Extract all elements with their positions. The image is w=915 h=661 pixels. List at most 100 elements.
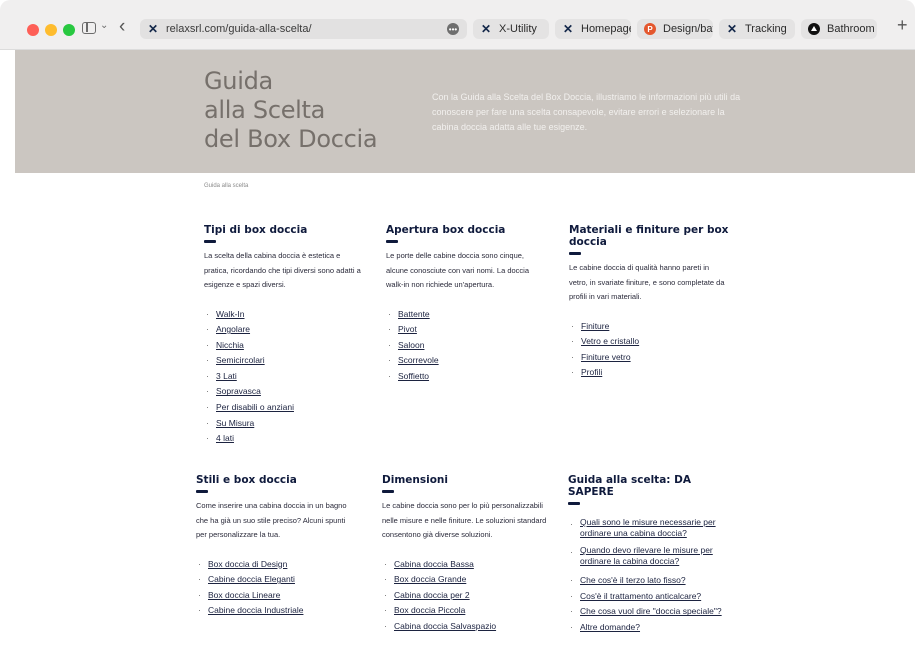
- x-logo-icon: ✕: [147, 22, 159, 36]
- link-finiture-vetro[interactable]: Finiture vetro: [581, 352, 631, 362]
- section-title: Apertura box doccia: [386, 224, 506, 236]
- section-text: Le cabine doccia di qualità hanno pareti…: [569, 263, 725, 301]
- x-logo-icon: ✕: [562, 22, 574, 36]
- list-item: Box doccia Piccola: [382, 603, 547, 619]
- link-altre-domande[interactable]: Altre domande?: [580, 622, 640, 632]
- list-item: Che cos'è il terzo lato fisso?: [568, 573, 733, 589]
- link-4-lati[interactable]: 4 lati: [216, 433, 234, 443]
- tab-homepage[interactable]: ✕ Homepage: [555, 19, 631, 39]
- section-title: Tipi di box doccia: [204, 224, 308, 236]
- link-nicchia[interactable]: Nicchia: [216, 340, 244, 350]
- link-semicircolari[interactable]: Semicircolari: [216, 355, 265, 365]
- list-item: Saloon: [386, 338, 546, 354]
- section-text: Le porte delle cabine doccia sono cinque…: [386, 251, 529, 289]
- hero-description: Con la Guida alla Scelta del Box Doccia,…: [432, 92, 741, 132]
- list-item: Su Misura: [204, 416, 364, 432]
- link-industriale[interactable]: Cabine doccia Industriale: [208, 605, 303, 615]
- minimize-window-button[interactable]: [45, 24, 57, 36]
- section-title: Materiali e finiture per box doccia: [569, 224, 729, 248]
- section-underline: [382, 490, 394, 493]
- list-item: Nicchia: [204, 338, 364, 354]
- browser-toolbar: ⌄ ‹ ✕ relaxsrl.com/guida-alla-scelta/ ••…: [0, 0, 915, 50]
- tab-tracking[interactable]: ✕ Tracking: [719, 19, 795, 39]
- link-doccia-speciale[interactable]: Che cosa vuol dire "doccia speciale"?: [580, 606, 722, 616]
- address-bar[interactable]: ✕ relaxsrl.com/guida-alla-scelta/ •••: [140, 19, 467, 39]
- sidebar-toggle-icon[interactable]: [82, 22, 96, 34]
- link-terzo-lato[interactable]: Che cos'è il terzo lato fisso?: [580, 575, 686, 585]
- list-item: Box doccia Grande: [382, 572, 547, 588]
- section-title: Stili e box doccia: [196, 474, 297, 486]
- list-item: Sopravasca: [204, 384, 364, 400]
- section-title: Guida alla scelta: DA SAPERE: [568, 474, 691, 498]
- list-item: Finiture vetro: [569, 350, 729, 366]
- list-item: Angolare: [204, 322, 364, 338]
- hero-banner: Guida alla Scelta del Box Doccia Con la …: [15, 50, 915, 173]
- link-vetro-cristallo[interactable]: Vetro e cristallo: [581, 336, 639, 346]
- link-design[interactable]: Box doccia di Design: [208, 559, 287, 569]
- list-item: Cabina doccia Salvaspazio: [382, 619, 547, 635]
- back-button[interactable]: ‹: [119, 16, 125, 38]
- title-line: del Box Doccia: [204, 125, 378, 153]
- section-tipi: Tipi di box doccia La scelta della cabin…: [204, 224, 364, 447]
- link-grande[interactable]: Box doccia Grande: [394, 574, 466, 584]
- list-item: Altre domande?: [568, 620, 733, 636]
- x-logo-icon: ✕: [480, 22, 492, 36]
- link-walk-in[interactable]: Walk-In: [216, 309, 245, 319]
- section-text: La scelta della cabina doccia è estetica…: [204, 251, 361, 289]
- link-profili[interactable]: Profili: [581, 367, 602, 377]
- link-3-lati[interactable]: 3 Lati: [216, 371, 237, 381]
- link-list: Battente Pivot Saloon Scorrevole Soffiet…: [386, 307, 546, 385]
- page-menu-icon[interactable]: •••: [447, 23, 459, 35]
- link-list: Finiture Vetro e cristallo Finiture vetr…: [569, 319, 729, 381]
- list-item: Box doccia Lineare: [196, 588, 356, 604]
- close-window-button[interactable]: [27, 24, 39, 36]
- link-piccola[interactable]: Box doccia Piccola: [394, 605, 465, 615]
- tab-label: X-Utility: [499, 23, 537, 35]
- link-su-misura[interactable]: Su Misura: [216, 418, 254, 428]
- list-item: Quali sono le misure necessarie per ordi…: [568, 517, 733, 541]
- link-finiture[interactable]: Finiture: [581, 321, 609, 331]
- url-text[interactable]: relaxsrl.com/guida-alla-scelta/: [166, 23, 312, 35]
- link-per-2[interactable]: Cabina doccia per 2: [394, 590, 470, 600]
- link-saloon[interactable]: Saloon: [398, 340, 424, 350]
- tab-bathroom[interactable]: Bathroom: [801, 19, 877, 39]
- section-underline: [569, 252, 581, 255]
- list-item: 4 lati: [204, 431, 364, 447]
- list-item: Cabina doccia Bassa: [382, 557, 547, 573]
- link-rilevare-misure[interactable]: Quando devo rilevare le misure per ordin…: [580, 545, 733, 566]
- list-item: Semicircolari: [204, 353, 364, 369]
- link-eleganti[interactable]: Cabine doccia Eleganti: [208, 574, 295, 584]
- list-item: Box doccia di Design: [196, 557, 356, 573]
- link-pivot[interactable]: Pivot: [398, 324, 417, 334]
- link-salvaspazio[interactable]: Cabina doccia Salvaspazio: [394, 621, 496, 631]
- link-bassa[interactable]: Cabina doccia Bassa: [394, 559, 474, 569]
- list-item: Quando devo rilevare le misure per ordin…: [568, 545, 733, 569]
- new-tab-button[interactable]: +: [897, 15, 908, 36]
- link-angolare[interactable]: Angolare: [216, 324, 250, 334]
- section-apertura: Apertura box doccia Le porte delle cabin…: [386, 224, 546, 384]
- tab-x-utility[interactable]: ✕ X-Utility: [473, 19, 549, 39]
- p-logo-icon: P: [643, 22, 657, 36]
- list-item: Che cosa vuol dire "doccia speciale"?: [568, 604, 733, 620]
- link-list: Walk-In Angolare Nicchia Semicircolari 3…: [204, 307, 364, 447]
- link-anticalcare[interactable]: Cos'è il trattamento anticalcare?: [580, 591, 701, 601]
- link-lineare[interactable]: Box doccia Lineare: [208, 590, 280, 600]
- list-item: Cos'è il trattamento anticalcare?: [568, 589, 733, 605]
- tab-label: Design/bat.: [663, 23, 713, 35]
- page-title: Guida alla Scelta del Box Doccia: [204, 67, 424, 154]
- breadcrumb[interactable]: Guida alla scelta: [204, 183, 248, 189]
- link-sopravasca[interactable]: Sopravasca: [216, 386, 261, 396]
- zoom-window-button[interactable]: [63, 24, 75, 36]
- list-item: Battente: [386, 307, 546, 323]
- list-item: Scorrevole: [386, 353, 546, 369]
- link-battente[interactable]: Battente: [398, 309, 430, 319]
- title-line: Guida: [204, 67, 273, 95]
- chevron-down-icon[interactable]: ⌄: [100, 20, 108, 31]
- section-dimensioni: Dimensioni Le cabine doccia sono per lo …: [382, 474, 547, 634]
- link-soffietto[interactable]: Soffietto: [398, 371, 429, 381]
- tab-design[interactable]: P Design/bat.: [637, 19, 713, 39]
- link-scorrevole[interactable]: Scorrevole: [398, 355, 439, 365]
- section-text: Come inserire una cabina doccia in un ba…: [196, 501, 347, 539]
- link-misure-necessarie[interactable]: Quali sono le misure necessarie per ordi…: [580, 517, 733, 538]
- link-disabili[interactable]: Per disabili o anziani: [216, 402, 294, 412]
